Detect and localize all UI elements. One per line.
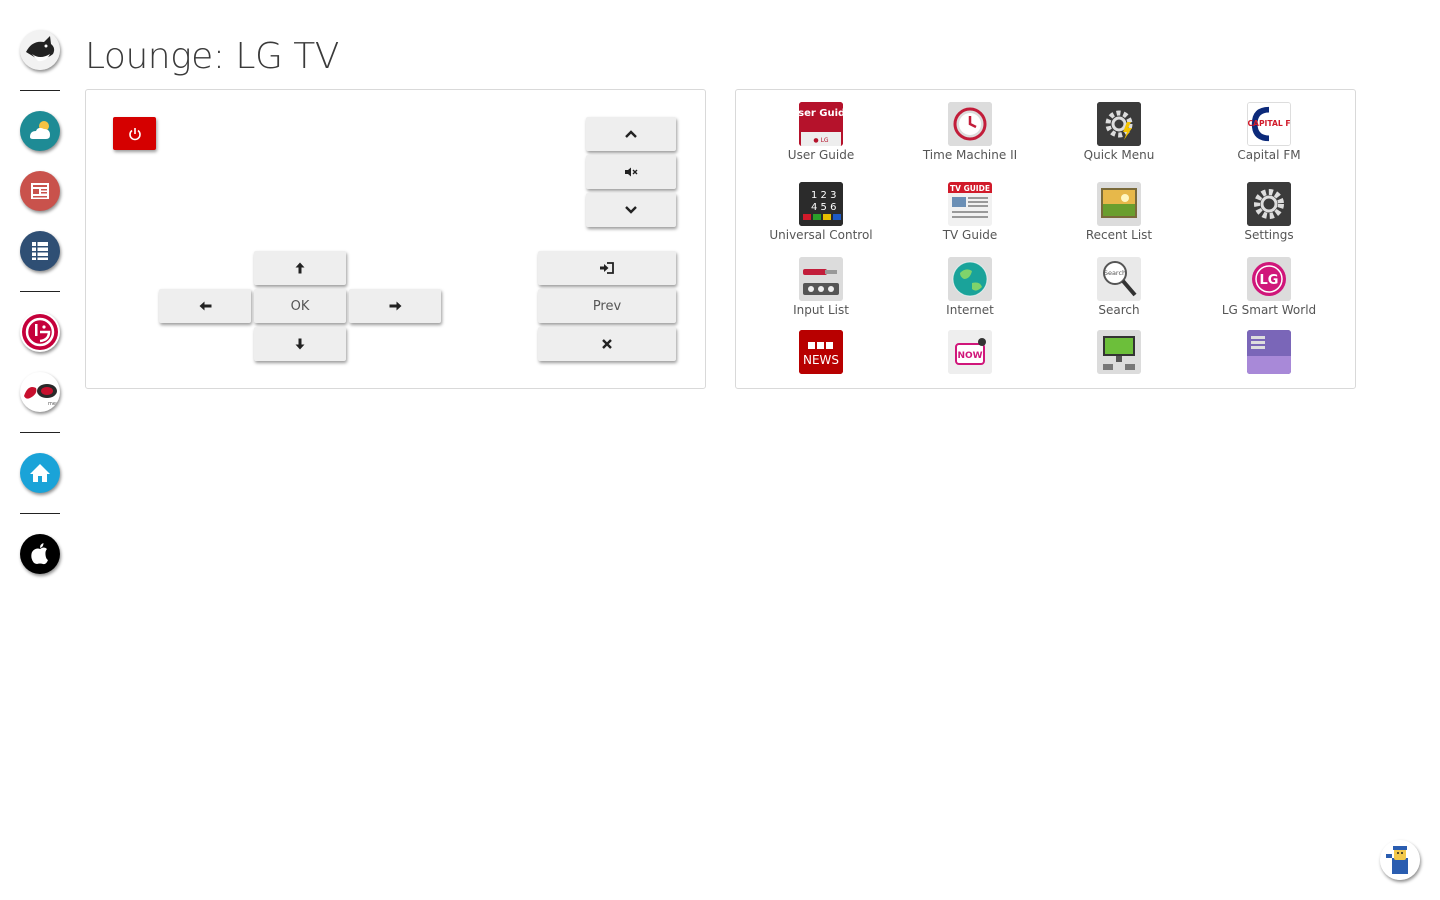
mute-button[interactable] [586,155,676,189]
power-button[interactable] [113,117,156,150]
weather-icon[interactable] [20,111,60,151]
app-user-guide[interactable]: User Guide ● LG User Guide [746,102,896,162]
ok-label: OK [290,298,310,314]
app-label: Input List [793,303,849,317]
app-label: Recent List [1085,228,1153,242]
virgin-media-icon[interactable]: media [20,372,60,412]
app-label: User Guide [787,148,855,162]
svg-text:CAPITAL FM: CAPITAL FM [1248,119,1290,128]
sidebar-divider [20,432,60,433]
app-recent-list[interactable]: Recent List [1044,182,1194,242]
search-icon: Search [1097,257,1141,301]
channel-up-button[interactable] [586,117,676,151]
prev-button[interactable]: Prev [538,289,676,323]
app-label: Internet [946,303,994,317]
sidebar-divider [20,513,60,514]
chevron-down-icon [625,206,637,214]
svg-text:NEWS: NEWS [803,353,839,367]
lg-smart-world-icon: LG [1247,257,1291,301]
lego-mascot-icon[interactable] [1380,840,1420,880]
app-capital-fm[interactable]: CAPITAL FM Capital FM [1194,102,1344,162]
app-internet[interactable]: Internet [895,257,1045,317]
svg-text:NOW: NOW [957,351,982,361]
arrow-down-icon [295,338,305,350]
app-label: Quick Menu [1083,148,1155,162]
remote-panel: OK Prev [85,89,706,389]
app-universal-control[interactable]: 1 2 3 4 5 6 Universal Control [746,182,896,242]
photo-gallery-icon [1247,330,1291,374]
sidebar: media [0,0,80,900]
app-label: Settings [1244,228,1294,242]
time-machine-icon [948,102,992,146]
app-lg-smart-world[interactable]: LG LG Smart World [1194,257,1344,317]
svg-text:Search: Search [1104,269,1126,277]
svg-text:4 5 6: 4 5 6 [811,202,836,213]
app-settings[interactable]: Settings [1194,182,1344,242]
app-label: Time Machine II [922,148,1018,162]
universal-control-icon: 1 2 3 4 5 6 [799,182,843,226]
dpad-left-button[interactable] [159,289,251,323]
svg-text:User Guide: User Guide [799,108,843,119]
svg-text:1 2 3: 1 2 3 [811,190,836,201]
app-label: TV Guide [942,228,998,242]
settings-icon [1247,182,1291,226]
dpad-up-button[interactable] [254,251,346,285]
exit-button[interactable] [538,327,676,361]
lg-icon[interactable] [20,312,60,352]
app-label: Universal Control [769,228,873,242]
input-list-icon [799,257,843,301]
svg-text:media: media [48,401,60,407]
power-icon [128,127,141,140]
internet-icon [948,257,992,301]
apple-icon[interactable] [20,534,60,574]
dpad-ok-button[interactable]: OK [254,289,346,323]
svg-text:● LG: ● LG [813,137,828,144]
list-icon[interactable] [20,231,60,271]
screen-share-icon [1097,330,1141,374]
chevron-up-icon [625,130,637,138]
now-tv-icon: NOW [948,330,992,374]
arrow-up-icon [295,262,305,274]
channel-down-button[interactable] [586,193,676,227]
sign-in-icon [600,262,614,274]
capital-fm-icon: CAPITAL FM [1247,102,1291,146]
sidebar-divider [20,291,60,292]
svg-text:TV GUIDE: TV GUIDE [950,184,990,193]
app-quick-menu[interactable]: Quick Menu [1044,102,1194,162]
app-label: LG Smart World [1221,303,1317,317]
bbc-news-icon: NEWS [799,330,843,374]
page-title: Lounge: LG TV [85,36,339,77]
app-screen-share[interactable] [1044,330,1194,374]
home-icon[interactable] [20,453,60,493]
tv-guide-icon: TV GUIDE [948,182,992,226]
app-label: Search [1098,303,1140,317]
app-tv-guide[interactable]: TV GUIDE TV Guide [895,182,1045,242]
close-icon [602,339,612,349]
prev-label: Prev [592,298,622,314]
user-guide-icon: User Guide ● LG [799,102,843,146]
cat-logo-icon[interactable] [20,30,60,70]
app-search[interactable]: Search Search [1044,257,1194,317]
app-input-list[interactable]: Input List [746,257,896,317]
dpad-right-button[interactable] [349,289,441,323]
news-icon[interactable] [20,171,60,211]
apps-panel: User Guide ● LG User Guide Time Machine … [735,89,1356,389]
recent-list-icon [1097,182,1141,226]
app-now-tv[interactable]: NOW [895,330,1045,374]
mute-icon [625,167,638,177]
app-photo-gallery[interactable] [1194,330,1344,374]
app-time-machine[interactable]: Time Machine II [895,102,1045,162]
svg-text:LG: LG [1260,273,1279,288]
quick-menu-icon [1097,102,1141,146]
sidebar-divider [20,90,60,91]
arrow-right-icon [389,301,401,311]
dpad-down-button[interactable] [254,327,346,361]
app-bbc-news[interactable]: NEWS [746,330,896,374]
app-label: Capital FM [1237,148,1301,162]
input-button[interactable] [538,251,676,285]
arrow-left-icon [199,301,211,311]
